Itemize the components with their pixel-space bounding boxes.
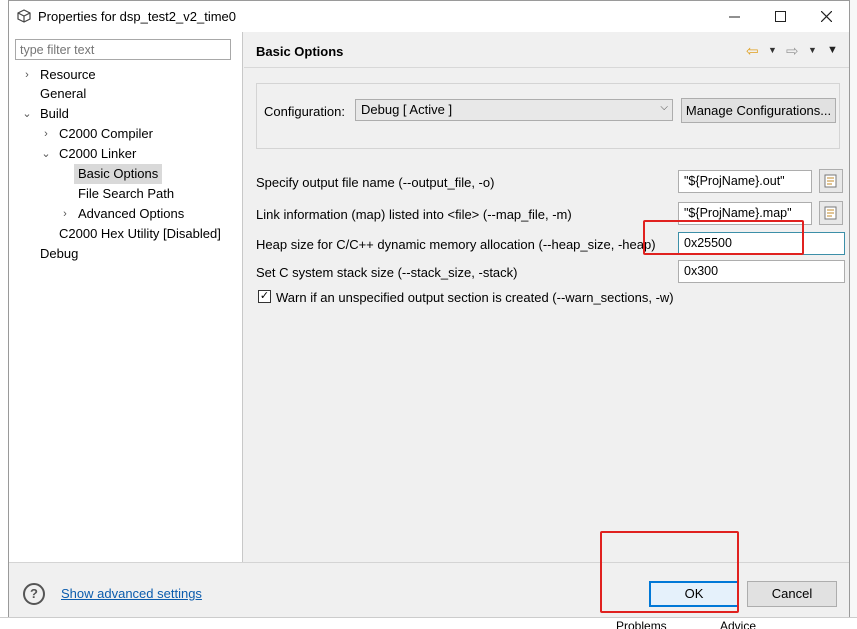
chevron-down-icon: ⌵ [660, 102, 668, 113]
manage-configurations-button[interactable]: Manage Configurations... [681, 98, 836, 123]
stack-size-label: Set C system stack size (--stack_size, -… [256, 265, 518, 280]
configuration-label: Configuration: [264, 104, 345, 119]
window-title: Properties for dsp_test2_v2_time0 [38, 9, 236, 24]
options-pane: Basic Options ⇦ ▼ ⇨ ▼ ▼ Configuration: D… [244, 32, 849, 562]
collapse-build-icon[interactable]: ⌄ [21, 104, 33, 124]
variables-icon [824, 206, 837, 220]
help-icon[interactable]: ? [23, 583, 45, 605]
annotation-box-ok [600, 531, 739, 613]
filter-input[interactable] [15, 39, 231, 60]
forward-menu-icon[interactable]: ▼ [808, 45, 817, 55]
minimize-button[interactable] [711, 1, 757, 32]
maximize-button[interactable] [757, 1, 803, 32]
tree-item-c2000-compiler[interactable]: C2000 Compiler [59, 124, 153, 144]
map-file-label: Link information (map) listed into <file… [256, 207, 572, 222]
tree-item-file-search-path[interactable]: File Search Path [78, 184, 174, 204]
properties-dialog: Properties for dsp_test2_v2_time0 › Reso… [8, 0, 850, 617]
configuration-value: Debug [ Active ] [361, 102, 453, 117]
output-file-variables-button[interactable] [819, 169, 843, 193]
properties-icon [17, 9, 31, 23]
annotation-box-heap [643, 220, 804, 255]
maximize-icon [774, 11, 786, 22]
tree-item-general[interactable]: General [40, 84, 86, 104]
configuration-select[interactable]: Debug [ Active ] ⌵ [355, 99, 673, 121]
heap-size-label: Heap size for C/C++ dynamic memory alloc… [256, 237, 656, 252]
variables-icon [824, 174, 837, 188]
background-toolbar: Problems Advice [0, 617, 857, 629]
output-file-field[interactable]: "${ProjName}.out" [678, 170, 812, 193]
expand-resource-icon[interactable]: › [21, 65, 33, 85]
tree-item-hex-utility[interactable]: C2000 Hex Utility [Disabled] [59, 224, 221, 244]
forward-arrow-icon[interactable]: ⇨ [786, 42, 799, 60]
problems-tab[interactable]: Problems [616, 619, 667, 629]
back-menu-icon[interactable]: ▼ [768, 45, 777, 55]
tree-item-build[interactable]: Build [40, 104, 69, 124]
show-advanced-settings-link[interactable]: Show advanced settings [61, 586, 202, 601]
close-button[interactable] [803, 1, 849, 32]
page-title: Basic Options [256, 44, 344, 59]
tree-item-resource[interactable]: Resource [40, 65, 96, 85]
configuration-group: Configuration: Debug [ Active ] ⌵ Manage… [256, 83, 840, 149]
minimize-icon [728, 16, 740, 18]
expand-advanced-options-icon[interactable]: › [59, 204, 71, 224]
background-editor [0, 0, 8, 629]
advice-tab[interactable]: Advice [720, 619, 756, 629]
back-arrow-icon[interactable]: ⇦ [746, 42, 759, 60]
navigation-tree-pane: › Resource General ⌄ Build › C2000 Compi… [9, 32, 243, 562]
title-bar: Properties for dsp_test2_v2_time0 [9, 1, 849, 32]
close-icon [820, 11, 832, 22]
tree-item-c2000-linker[interactable]: C2000 Linker [59, 144, 136, 164]
divider [244, 67, 849, 68]
collapse-linker-icon[interactable]: ⌄ [40, 144, 52, 164]
tree-item-debug[interactable]: Debug [40, 244, 78, 264]
output-file-label: Specify output file name (--output_file,… [256, 175, 495, 190]
view-menu-icon[interactable]: ▼ [827, 44, 838, 56]
background-editor-right [850, 0, 857, 629]
cancel-button[interactable]: Cancel [747, 581, 837, 607]
expand-compiler-icon[interactable]: › [40, 124, 52, 144]
map-file-variables-button[interactable] [819, 201, 843, 225]
warn-sections-label: Warn if an unspecified output section is… [276, 290, 674, 305]
tree-item-basic-options[interactable]: Basic Options [74, 164, 163, 184]
tree-item-advanced-options[interactable]: Advanced Options [78, 204, 184, 224]
stack-size-field[interactable]: 0x300 [678, 260, 845, 283]
warn-sections-checkbox[interactable]: ✓ [258, 290, 271, 303]
